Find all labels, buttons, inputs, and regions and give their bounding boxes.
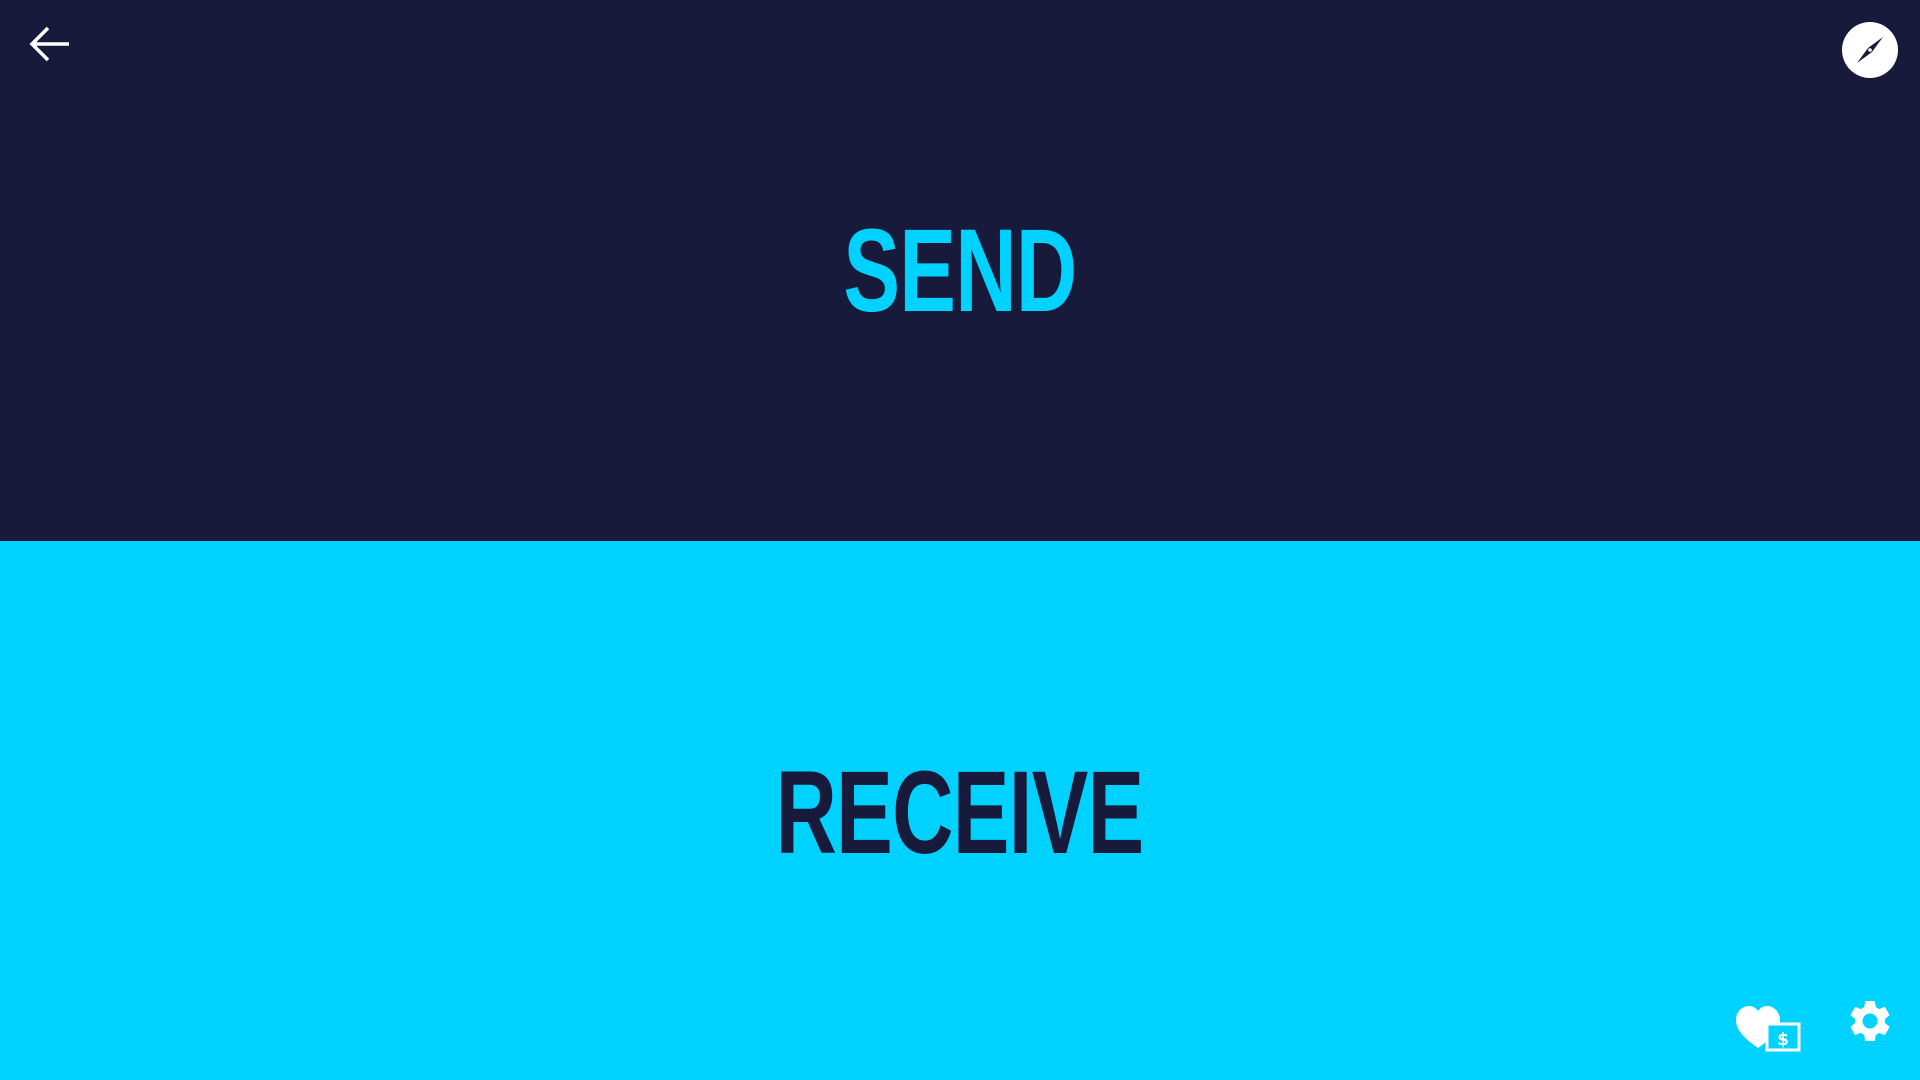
app-root: SEND RECEIVE $ [0,0,1920,1080]
donate-button[interactable]: $ [1734,1000,1804,1056]
gear-icon [1850,1001,1890,1041]
compass-button[interactable] [1842,22,1898,78]
receive-panel[interactable]: RECEIVE [0,541,1920,1080]
compass-icon [1857,37,1883,63]
receive-label: RECEIVE [776,747,1145,879]
svg-text:$: $ [1777,1030,1789,1050]
settings-button[interactable] [1845,996,1895,1046]
send-panel[interactable]: SEND [0,0,1920,541]
heart-dollar-icon: $ [1736,1006,1801,1052]
arrow-left-icon [29,26,69,62]
back-button[interactable] [22,16,78,72]
send-label: SEND [843,205,1077,337]
